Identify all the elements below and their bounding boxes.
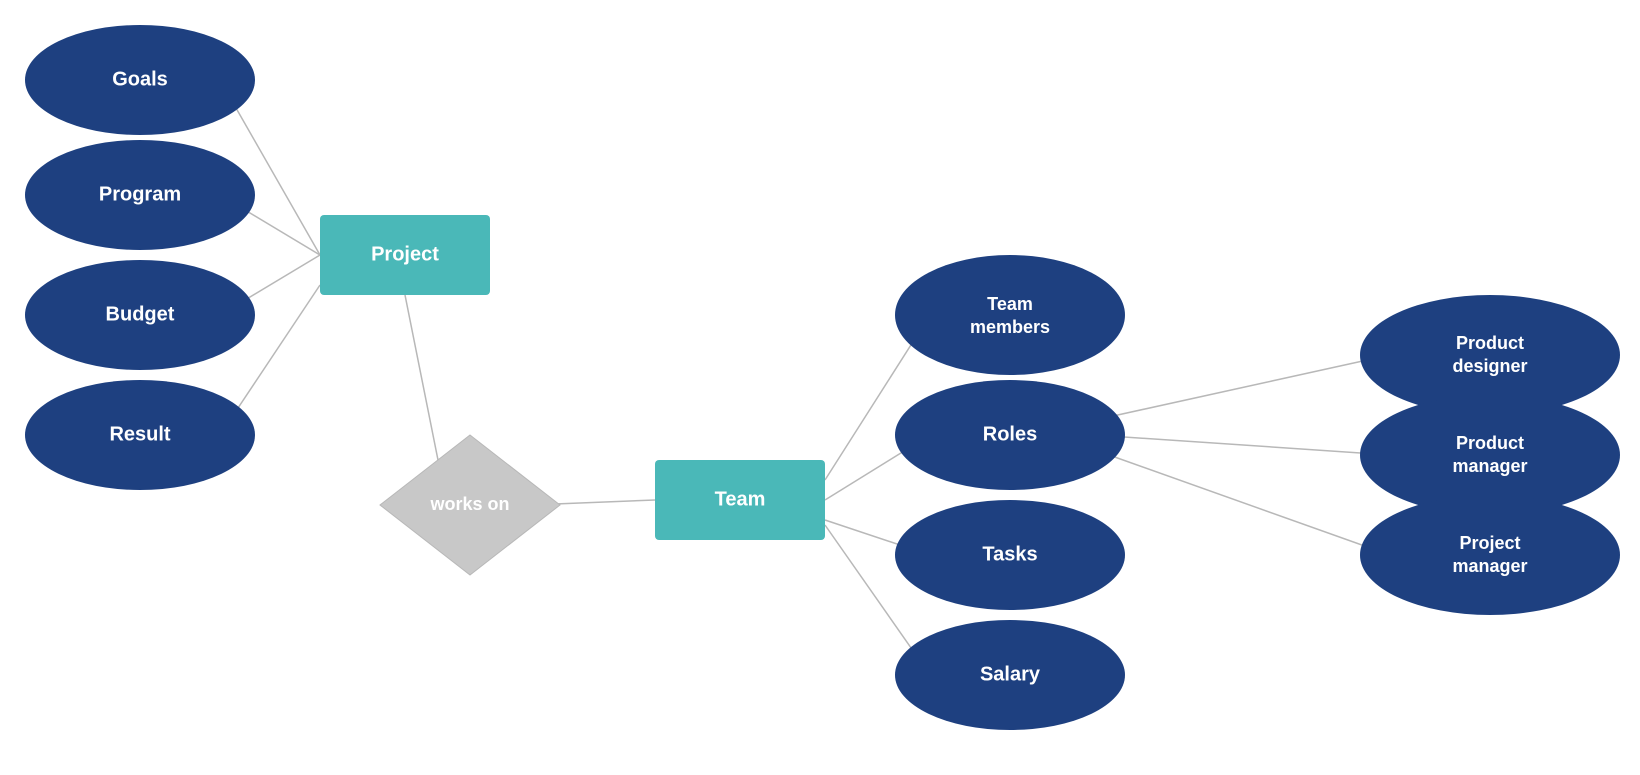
line-project-diamond (405, 295, 440, 470)
project-manager-label-line2: manager (1452, 556, 1527, 576)
product-designer-label-line1: Product (1456, 333, 1524, 353)
budget-label: Budget (106, 303, 175, 325)
tasks-label: Tasks (982, 543, 1037, 565)
team-members-label-line2: members (970, 317, 1050, 337)
result-label: Result (109, 423, 170, 445)
line-roles-designer (1095, 355, 1390, 420)
salary-label: Salary (980, 663, 1041, 685)
project-manager-label-line1: Project (1459, 533, 1520, 553)
project-label: Project (371, 243, 439, 265)
program-label: Program (99, 183, 181, 205)
roles-label: Roles (983, 423, 1037, 445)
diagram-canvas: .ellipse-node { fill: #1e4080; } .rect-n… (0, 0, 1640, 775)
product-manager-label-line2: manager (1452, 456, 1527, 476)
team-members-ellipse (895, 255, 1125, 375)
product-designer-label-line2: designer (1452, 356, 1527, 376)
team-label: Team (715, 488, 766, 510)
team-members-label-line1: Team (987, 294, 1033, 314)
goals-label: Goals (112, 68, 168, 90)
line-roles-pm (1095, 435, 1390, 455)
works-on-label: works on (429, 494, 509, 514)
line-roles-projm (1095, 450, 1390, 555)
product-manager-label-line1: Product (1456, 433, 1524, 453)
